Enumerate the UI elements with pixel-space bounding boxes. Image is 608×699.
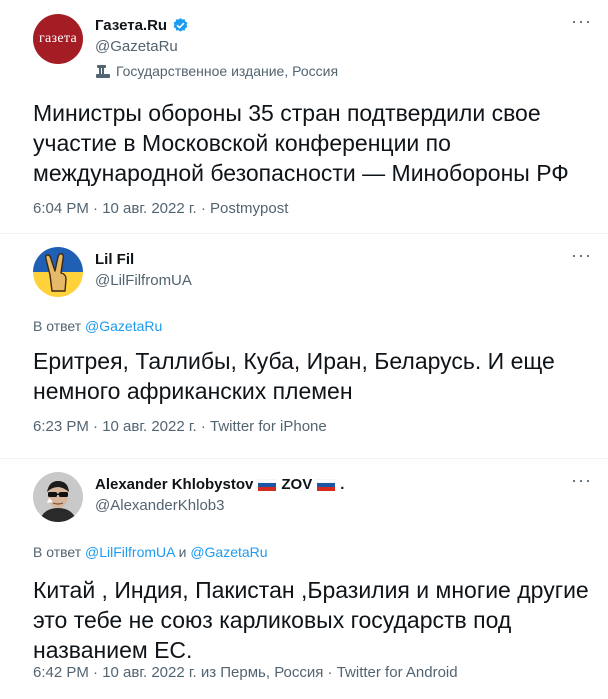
tweet-meta[interactable]: 6:42 PM · 10 авг. 2022 г. из Пермь, Росс… xyxy=(33,664,458,681)
more-options-icon[interactable]: ··· xyxy=(571,471,592,489)
avatar-logo-text: газета xyxy=(38,31,77,46)
name-suffix-dot: . xyxy=(340,476,345,493)
victory-hand-avatar-icon xyxy=(33,247,83,297)
tweet-khlobystov: Alexander Khlobystov ZOV . @AlexanderKhl… xyxy=(0,458,608,699)
display-name[interactable]: Lil Fil xyxy=(95,251,134,268)
handle[interactable]: @GazetaRu xyxy=(95,38,178,55)
display-name-text: Газета.Ru xyxy=(95,17,168,34)
verified-badge-icon xyxy=(173,18,188,32)
more-options-icon[interactable]: ··· xyxy=(571,246,592,264)
state-media-text: Государственное издание, Россия xyxy=(116,63,339,79)
reply-mention-link[interactable]: @LilFilfromUA xyxy=(85,544,175,560)
tweet-lilfil: Lil Fil @LilFilfromUA ··· В ответ @Gazet… xyxy=(0,233,608,458)
reply-prefix: В ответ xyxy=(33,318,86,334)
tweet-gazetaru: газета Газета.Ru @GazetaRu Государственн… xyxy=(0,0,608,233)
avatar-gazetaru[interactable]: газета xyxy=(33,14,83,64)
avatar-khlobystov[interactable] xyxy=(33,472,83,522)
handle[interactable]: @LilFilfromUA xyxy=(95,272,192,289)
display-name[interactable]: Alexander Khlobystov ZOV . xyxy=(95,476,344,493)
tweet-meta[interactable]: 6:04 PM · 10 авг. 2022 г. · Postmypost xyxy=(33,200,288,217)
display-name-text: Alexander Khlobystov xyxy=(95,476,254,493)
russia-flag-icon xyxy=(317,478,336,491)
state-media-icon xyxy=(96,64,110,78)
reply-context: В ответ @GazetaRu xyxy=(33,318,162,334)
russia-flag-icon xyxy=(258,478,277,491)
tweet-text: Еритрея, Таллибы, Куба, Иран, Беларусь. … xyxy=(33,348,555,404)
reply-conjunction: и xyxy=(174,544,191,560)
tweet-text: Министры обороны 35 стран подтвердили св… xyxy=(33,100,569,186)
reply-mention-link[interactable]: @GazetaRu xyxy=(190,544,267,560)
tweet-meta[interactable]: 6:23 PM · 10 авг. 2022 г. · Twitter for … xyxy=(33,418,327,435)
reply-mention-link[interactable]: @GazetaRu xyxy=(85,318,162,334)
name-suffix-zov: ZOV xyxy=(281,476,313,493)
handle[interactable]: @AlexanderKhlob3 xyxy=(95,497,224,514)
person-avatar-icon xyxy=(33,472,83,522)
more-options-icon[interactable]: ··· xyxy=(571,12,592,30)
reply-context: В ответ @LilFilfromUA и @GazetaRu xyxy=(33,544,268,560)
avatar-lilfil[interactable] xyxy=(33,247,83,297)
state-media-label[interactable]: Государственное издание, Россия xyxy=(95,63,338,79)
display-name[interactable]: Газета.Ru xyxy=(95,17,189,34)
tweet-text: Китай , Индия, Пакистан ,Бразилия и мног… xyxy=(33,577,589,663)
reply-prefix: В ответ xyxy=(33,544,86,560)
